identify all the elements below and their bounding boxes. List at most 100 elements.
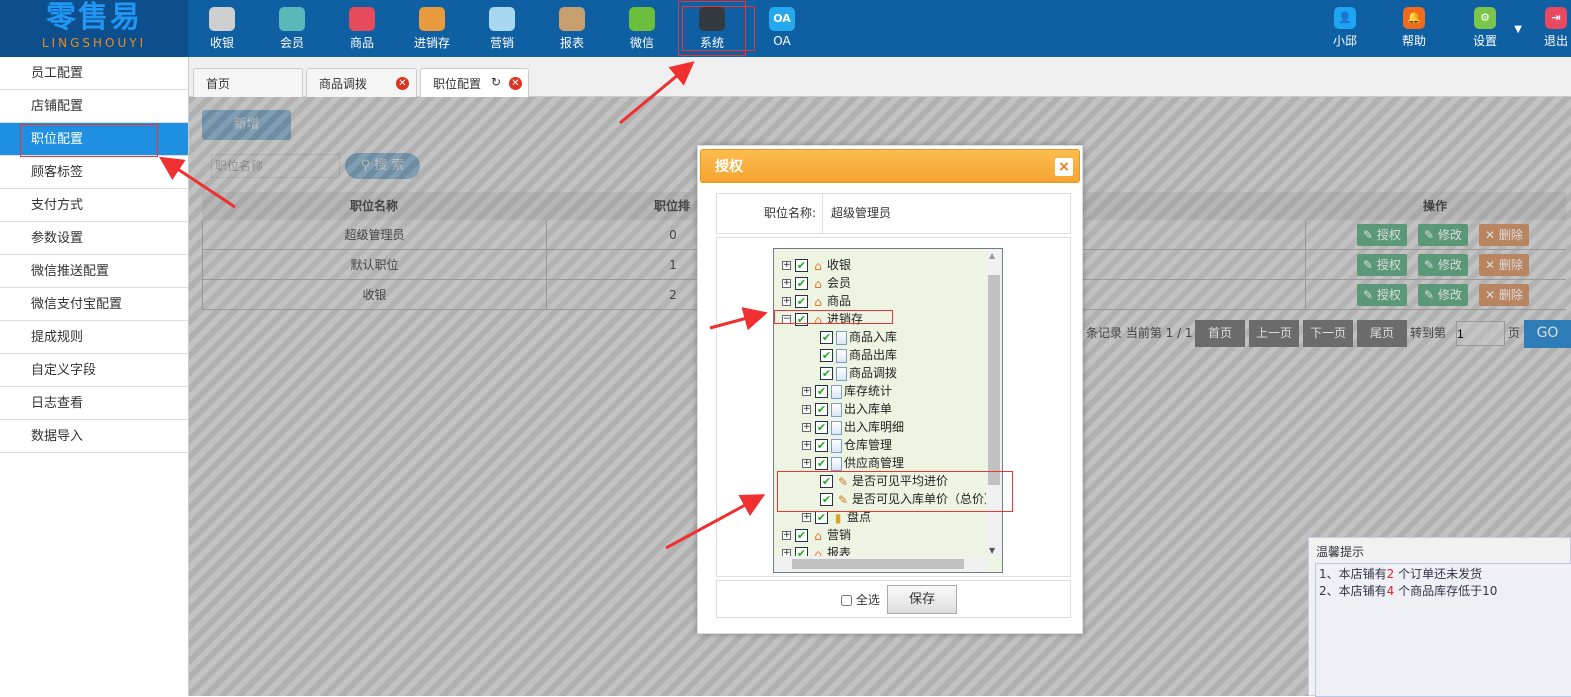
delete-button[interactable]: ✕ 删除 — [1479, 254, 1529, 276]
goto-label: 转到第 — [1410, 326, 1447, 340]
sidebar-item[interactable]: 顾客标签 — [0, 156, 188, 189]
expand-icon[interactable]: + — [782, 297, 791, 306]
expand-icon[interactable]: + — [782, 261, 791, 270]
checkbox-checked-icon[interactable]: ✔ — [795, 259, 808, 272]
tree-node[interactable]: ✔ 商品调拨 — [820, 364, 897, 382]
nav-gear[interactable]: ⚙ 设置 ▼ — [1450, 0, 1522, 57]
nav-cash-register[interactable]: 收银 — [187, 0, 257, 57]
refresh-icon[interactable]: ↻ — [491, 75, 501, 89]
checkbox-checked-icon[interactable]: ✔ — [820, 331, 833, 344]
tree-node[interactable]: + ✔ 供应商管理 — [802, 454, 904, 472]
tree-node[interactable]: + ✔ 出入库明细 — [802, 418, 904, 436]
tree-node-label: 出入库单 — [844, 402, 893, 416]
tree-node[interactable]: ✔ 商品入库 — [820, 328, 897, 346]
authorize-button[interactable]: ✎ 授权 — [1357, 284, 1407, 306]
sidebar-item[interactable]: 微信支付宝配置 — [0, 288, 188, 321]
nav-logout[interactable]: ⇥ 退出 — [1521, 0, 1571, 57]
nav-product[interactable]: 商品 — [327, 0, 397, 57]
sidebar-item[interactable]: 参数设置 — [0, 222, 188, 255]
close-icon[interactable]: × — [1055, 158, 1073, 176]
expand-icon[interactable]: + — [802, 405, 811, 414]
tree-node[interactable]: ✔ 商品出库 — [820, 346, 897, 364]
tree-node[interactable]: + ✔ 库存统计 — [802, 382, 892, 400]
nav-oa[interactable]: OA OA — [747, 0, 817, 57]
product-icon — [349, 7, 375, 31]
checkbox-checked-icon[interactable]: ✔ — [815, 421, 828, 434]
delete-button[interactable]: ✕ 删除 — [1479, 224, 1529, 246]
notice-panel: 温馨提示 1、本店铺有2 个订单还未发货 2、本店铺有4 个商品库存低于10 — [1308, 537, 1571, 697]
nav-wechat[interactable]: 微信 — [607, 0, 677, 57]
tree-node[interactable]: + ✔ 出入库单 — [802, 400, 892, 418]
home-icon: ⌂ — [814, 528, 822, 543]
first-page-button[interactable]: 首页 — [1195, 320, 1245, 347]
checkbox-checked-icon[interactable]: ✔ — [815, 511, 828, 524]
checkbox-checked-icon[interactable]: ✔ — [820, 349, 833, 362]
edit-button[interactable]: ✎ 修改 — [1418, 254, 1468, 276]
col-ops-header: 操作 — [1422, 199, 1447, 213]
nav-megaphone[interactable]: 营销 — [467, 0, 537, 57]
permission-tree[interactable]: + ✔ ⌂ 收银 + ✔ ⌂ 会员 + ✔ ⌂ 商品 − ✔ ⌂ 进销存 ✔ 商品入库 ✔ 商品出库 ✔ 商品调拨 + ✔ 库存… — [773, 248, 1003, 573]
save-button[interactable]: 保存 — [887, 585, 957, 614]
delete-button[interactable]: ✕ 删除 — [1479, 284, 1529, 306]
checkbox-checked-icon[interactable]: ✔ — [815, 457, 828, 470]
expand-icon[interactable]: + — [802, 423, 811, 432]
select-all-checkbox[interactable]: 全选 — [841, 591, 880, 608]
sidebar-item[interactable]: 日志查看 — [0, 387, 188, 420]
expand-icon[interactable]: + — [802, 441, 811, 450]
authorize-button[interactable]: ✎ 授权 — [1357, 224, 1407, 246]
checkbox-checked-icon[interactable]: ✔ — [795, 277, 808, 290]
logo-en: LINGSHOUYI — [41, 36, 147, 50]
checkbox-checked-icon[interactable]: ✔ — [820, 367, 833, 380]
next-page-button[interactable]: 下一页 — [1303, 320, 1353, 347]
authorize-dialog: 授权 × 职位名称: 超级管理员 + ✔ ⌂ 收银 + ✔ ⌂ 会员 + ✔ ⌂ 商品 − ✔ ⌂ 进销存 ✔ 商… — [697, 145, 1083, 634]
tab-position-config[interactable]: 职位配置 ↻ ✕ — [420, 68, 529, 98]
checkbox-checked-icon[interactable]: ✔ — [795, 529, 808, 542]
sidebar-item[interactable]: 自定义字段 — [0, 354, 188, 387]
position-name: 默认职位 — [203, 250, 547, 280]
document-icon — [836, 348, 847, 363]
page-input[interactable] — [1456, 321, 1505, 346]
checkbox-checked-icon[interactable]: ✔ — [815, 385, 828, 398]
nav-report[interactable]: 报表 — [537, 0, 607, 57]
horizontal-scrollbar[interactable] — [774, 556, 988, 572]
expand-icon[interactable]: + — [802, 459, 811, 468]
sidebar-item[interactable]: 数据导入 — [0, 420, 188, 453]
close-tab-icon[interactable]: ✕ — [396, 77, 409, 90]
annotation-box-price — [777, 471, 1013, 512]
last-page-button[interactable]: 尾页 — [1357, 320, 1407, 347]
nav-user[interactable]: 👤 小邱 — [1310, 0, 1380, 57]
sidebar-item[interactable]: 微信推送配置 — [0, 255, 188, 288]
edit-button[interactable]: ✎ 修改 — [1418, 284, 1468, 306]
expand-icon[interactable]: + — [802, 387, 811, 396]
tree-node[interactable]: + ✔ 仓库管理 — [802, 436, 892, 454]
sidebar-item[interactable]: 店铺配置 — [0, 90, 188, 123]
tab-product-transfer[interactable]: 商品调拨 ✕ — [306, 68, 417, 98]
tree-node[interactable]: + ✔ ⌂ 会员 — [782, 274, 851, 292]
go-button[interactable]: GO — [1524, 320, 1571, 348]
expand-icon[interactable]: + — [802, 513, 811, 522]
tree-container: + ✔ ⌂ 收银 + ✔ ⌂ 会员 + ✔ ⌂ 商品 − ✔ ⌂ 进销存 ✔ 商品入库 ✔ 商品出库 ✔ 商品调拨 + ✔ 库存… — [716, 237, 1071, 577]
tree-node[interactable]: + ✔ ⌂ 收银 — [782, 256, 851, 274]
tree-node[interactable]: + ✔ ⌂ 营销 — [782, 526, 851, 544]
prev-page-button[interactable]: 上一页 — [1249, 320, 1299, 347]
nav-member[interactable]: 会员 — [257, 0, 327, 57]
tree-node[interactable]: + ✔ ⌂ 商品 — [782, 292, 851, 310]
edit-button[interactable]: ✎ 修改 — [1418, 224, 1468, 246]
tab-home[interactable]: 首页 — [193, 68, 303, 98]
gear-icon: ⚙ — [1474, 7, 1496, 29]
close-tab-icon[interactable]: ✕ — [509, 77, 522, 90]
nav-label: 设置 — [1472, 34, 1497, 48]
checkbox-checked-icon[interactable]: ✔ — [795, 295, 808, 308]
nav-inventory[interactable]: 进销存 — [397, 0, 467, 57]
nav-bell[interactable]: 🔔 帮助 — [1379, 0, 1449, 57]
checkbox-checked-icon[interactable]: ✔ — [815, 403, 828, 416]
expand-icon[interactable]: + — [782, 279, 791, 288]
notice-line: 2、本店铺有4 个商品库存低于10 — [1319, 584, 1498, 598]
logo[interactable]: 零售易 LINGSHOUYI — [0, 0, 188, 57]
sidebar-item[interactable]: 支付方式 — [0, 189, 188, 222]
expand-icon[interactable]: + — [782, 531, 791, 540]
sidebar-item[interactable]: 员工配置 — [0, 57, 188, 90]
sidebar-item[interactable]: 提成规则 — [0, 321, 188, 354]
authorize-button[interactable]: ✎ 授权 — [1357, 254, 1407, 276]
checkbox-checked-icon[interactable]: ✔ — [815, 439, 828, 452]
